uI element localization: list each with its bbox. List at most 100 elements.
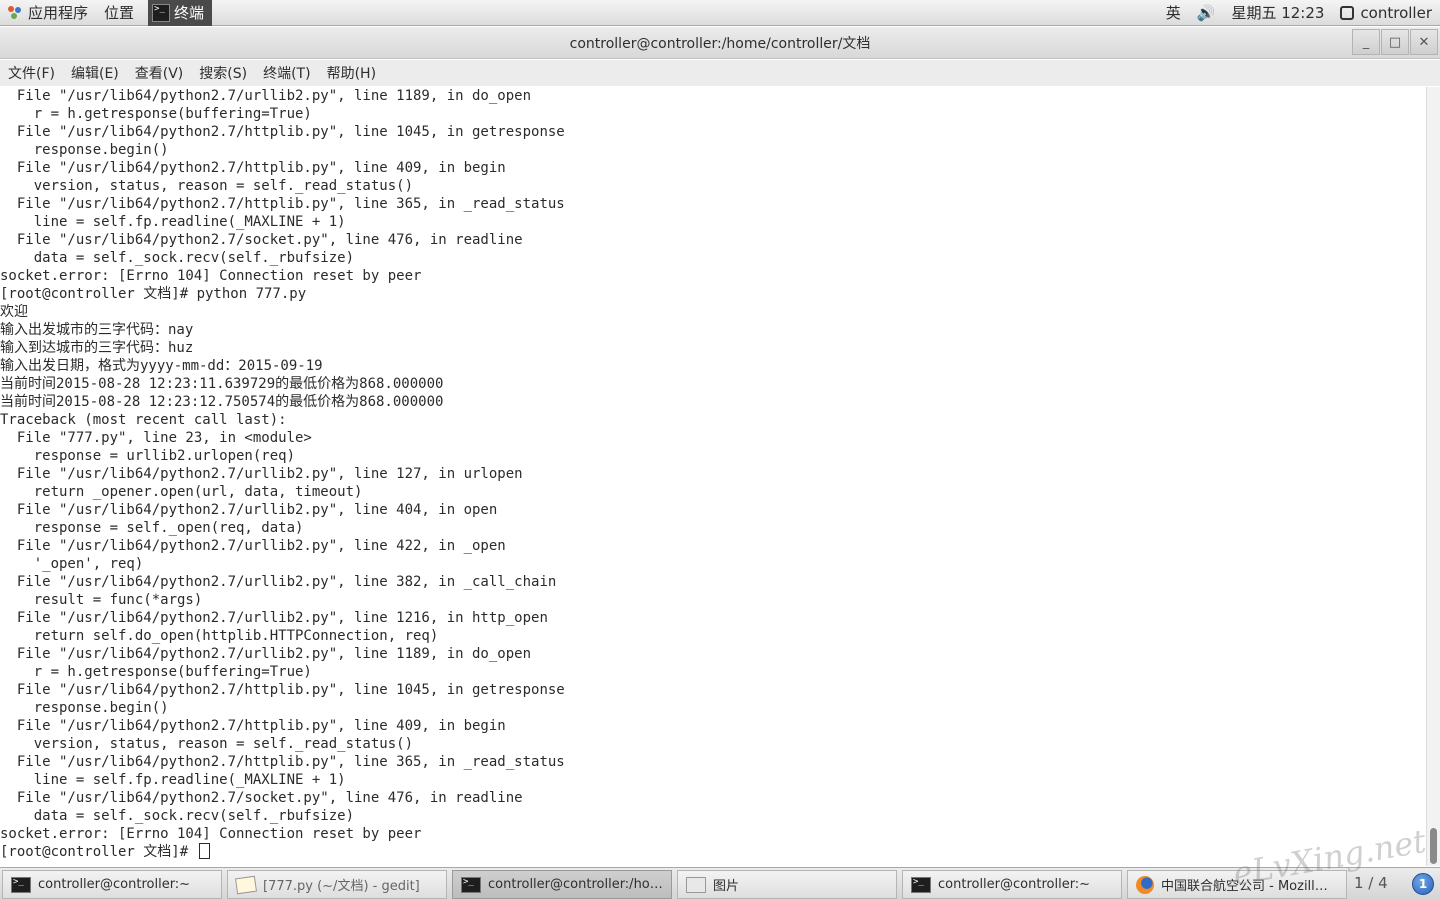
terminal-line: response.begin() [0, 142, 169, 158]
menu-edit[interactable]: 编辑(E) [71, 63, 119, 83]
terminal-icon: >_ [152, 3, 171, 22]
task-label: controller@controller:/ho… [488, 877, 663, 892]
task-label: [777.py (~/文档) - gedit] [263, 879, 420, 894]
terminal-line: 输入出发日期，格式为yyyy-mm-dd：2015-09-19 [0, 358, 323, 374]
terminal-line: File "/usr/lib64/python2.7/httplib.py", … [0, 682, 565, 698]
terminal-line: r = h.getresponse(buffering=True) [0, 664, 312, 680]
task-label: 中国联合航空公司 - Mozill… [1161, 879, 1328, 894]
task-firefox[interactable]: 中国联合航空公司 - Mozill… [1127, 870, 1347, 899]
task-gedit[interactable]: [777.py (~/文档) - gedit] [227, 870, 447, 899]
terminal-line: File "/usr/lib64/python2.7/urllib2.py", … [0, 646, 532, 662]
clock-label: 星期五 12:23 [1231, 4, 1325, 22]
terminal-line: response = self._open(req, data) [0, 520, 304, 536]
places-label: 位置 [104, 4, 135, 22]
gedit-icon [234, 875, 258, 894]
user-menu[interactable]: controller [1332, 0, 1440, 26]
terminal-line: File "/usr/lib64/python2.7/urllib2.py", … [0, 88, 532, 104]
terminal-line: 输入到达城市的三字代码：huz [0, 340, 194, 356]
notification-badge[interactable]: 1 [1412, 873, 1434, 895]
terminal-line: File "/usr/lib64/python2.7/urllib2.py", … [0, 538, 506, 554]
applications-label: 应用程序 [28, 4, 89, 22]
input-method-label: 英 [1165, 4, 1181, 22]
places-menu[interactable]: 位置 [96, 0, 142, 26]
terminal-line: version, status, reason = self._read_sta… [0, 178, 414, 194]
terminal-line: File "/usr/lib64/python2.7/urllib2.py", … [0, 466, 523, 482]
terminal-line: socket.error: [Errno 104] Connection res… [0, 826, 422, 842]
terminal-line: File "/usr/lib64/python2.7/httplib.py", … [0, 124, 565, 140]
terminal-line: data = self._sock.recv(self._rbufsize) [0, 250, 355, 266]
terminal-line: line = self.fp.readline(_MAXLINE + 1) [0, 214, 346, 230]
terminal-line: File "/usr/lib64/python2.7/httplib.py", … [0, 196, 565, 212]
terminal-line: return _opener.open(url, data, timeout) [0, 484, 363, 500]
menu-search[interactable]: 搜索(S) [199, 63, 247, 83]
window-title-bar[interactable]: controller@controller:/home/controller/文… [0, 27, 1440, 59]
terminal-line: [root@controller 文档]# python 777.py [0, 286, 307, 302]
terminal-line: File "/usr/lib64/python2.7/httplib.py", … [0, 718, 506, 734]
terminal-cursor [198, 843, 210, 859]
terminal-line: response = urllib2.urlopen(req) [0, 448, 296, 464]
terminal-scrollbar[interactable] [1426, 87, 1440, 866]
applications-menu[interactable]: 应用程序 [0, 0, 96, 26]
workspace-switcher[interactable]: 1 / 4 [1354, 874, 1388, 892]
terminal-line: File "/usr/lib64/python2.7/socket.py", l… [0, 232, 523, 248]
volume-control[interactable]: 🔊 [1189, 0, 1224, 26]
menu-terminal[interactable]: 终端(T) [263, 63, 310, 83]
clock[interactable]: 星期五 12:23 [1223, 0, 1332, 26]
menu-help[interactable]: 帮助(H) [327, 63, 376, 83]
terminal-line: File "/usr/lib64/python2.7/httplib.py", … [0, 160, 506, 176]
terminal-line: response.begin() [0, 700, 169, 716]
terminal-line: Traceback (most recent call last): [0, 412, 287, 428]
panel-terminal-task[interactable]: >_ 终端 [148, 0, 213, 26]
input-method-indicator[interactable]: 英 [1158, 0, 1189, 26]
terminal-line: 当前时间2015-08-28 12:23:11.639729的最低价格为868.… [0, 376, 444, 392]
terminal-line: File "/usr/lib64/python2.7/socket.py", l… [0, 790, 523, 806]
terminal-line: File "/usr/lib64/python2.7/urllib2.py", … [0, 610, 548, 626]
window-title: controller@controller:/home/controller/文… [569, 36, 871, 52]
menu-view[interactable]: 查看(V) [135, 63, 184, 83]
task-label: controller@controller:~ [38, 877, 191, 892]
terminal-icon [911, 876, 931, 893]
terminal-line: File "/usr/lib64/python2.7/urllib2.py", … [0, 502, 498, 518]
window-controls: _ □ ✕ [1351, 29, 1438, 55]
terminal-line: File "/usr/lib64/python2.7/httplib.py", … [0, 754, 565, 770]
terminal-line: version, status, reason = self._read_sta… [0, 736, 414, 752]
terminal-line: '_open', req) [0, 556, 144, 572]
terminal-line: 欢迎 [0, 304, 28, 320]
terminal-output[interactable]: File "/usr/lib64/python2.7/urllib2.py", … [0, 87, 1426, 866]
user-icon [1340, 5, 1355, 20]
terminal-prompt-line: [root@controller 文档]# [0, 843, 1426, 861]
terminal-prompt: [root@controller 文档]# [0, 844, 197, 860]
task-terminal-home[interactable]: controller@controller:~ [2, 870, 222, 899]
top-panel: 应用程序 位置 >_ 终端 英 🔊 星期五 12:23 controller [0, 0, 1440, 26]
panel-terminal-label: 终端 [174, 4, 205, 22]
task-terminal-active[interactable]: controller@controller:/ho… [452, 870, 672, 899]
task-label: 图片 [713, 879, 740, 894]
bottom-taskbar: controller@controller:~ [777.py (~/文档) -… [0, 867, 1440, 900]
terminal-icon [461, 876, 481, 893]
terminal-line: File "/usr/lib64/python2.7/urllib2.py", … [0, 574, 557, 590]
terminal-line: 输入出发城市的三字代码：nay [0, 322, 194, 338]
close-button[interactable]: ✕ [1410, 29, 1438, 55]
terminal-icon [11, 876, 31, 893]
terminal-line: 当前时间2015-08-28 12:23:12.750574的最低价格为868.… [0, 394, 444, 410]
image-viewer-icon [686, 876, 706, 893]
task-terminal-second[interactable]: controller@controller:~ [902, 870, 1122, 899]
volume-icon: 🔊 [1196, 3, 1216, 22]
minimize-button[interactable]: _ [1352, 29, 1380, 55]
task-label: controller@controller:~ [938, 877, 1091, 892]
terminal-line: File "777.py", line 23, in <module> [0, 430, 312, 446]
menu-file[interactable]: 文件(F) [8, 63, 55, 83]
terminal-line: data = self._sock.recv(self._rbufsize) [0, 808, 355, 824]
firefox-icon [1136, 875, 1154, 894]
task-image-viewer[interactable]: 图片 [677, 870, 897, 899]
terminal-line: result = func(*args) [0, 592, 203, 608]
terminal-line: socket.error: [Errno 104] Connection res… [0, 268, 422, 284]
terminal-line: return self.do_open(httplib.HTTPConnecti… [0, 628, 439, 644]
user-label: controller [1360, 3, 1432, 22]
terminal-line: line = self.fp.readline(_MAXLINE + 1) [0, 772, 346, 788]
terminal-line: r = h.getresponse(buffering=True) [0, 106, 312, 122]
applications-icon [8, 5, 22, 20]
menu-bar: 文件(F) 编辑(E) 查看(V) 搜索(S) 终端(T) 帮助(H) [0, 60, 1440, 86]
maximize-button[interactable]: □ [1381, 29, 1409, 55]
scrollbar-thumb[interactable] [1430, 828, 1437, 864]
